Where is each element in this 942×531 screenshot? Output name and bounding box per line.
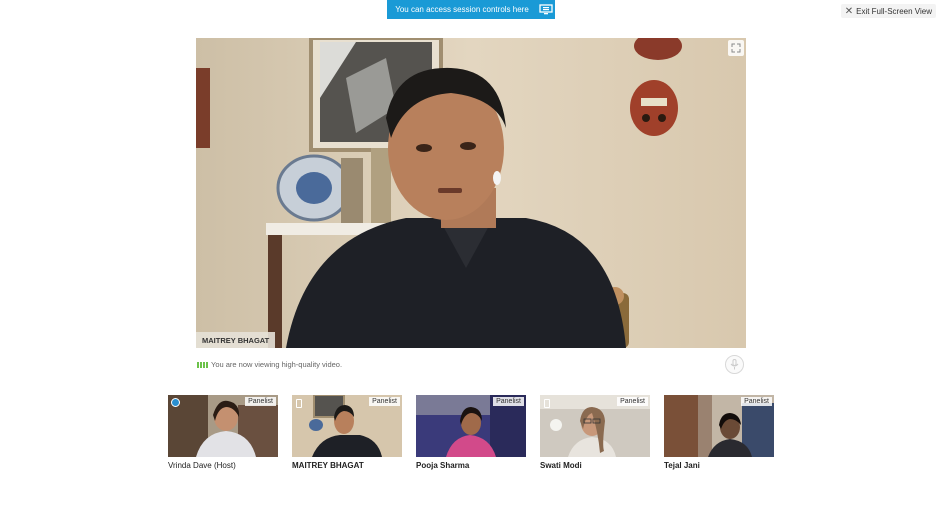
fullscreen-meeting-view: You can access session controls here ✕ E…: [0, 0, 942, 531]
panelist-badge: Panelist: [245, 397, 276, 406]
video-quality-text: You are now viewing high-quality video.: [211, 360, 343, 369]
main-video[interactable]: MAITREY BHAGAT: [196, 38, 746, 348]
panelist-badge: Panelist: [493, 397, 524, 406]
session-controls-tooltip[interactable]: You can access session controls here: [387, 0, 555, 19]
participant-thumbnail[interactable]: Panelist: [416, 395, 526, 457]
participant-strip: Panelist Vrinda Dave (Host) Panelist MAI…: [168, 395, 774, 475]
signal-bars-icon: [197, 361, 208, 368]
participant-name: MAITREY BHAGAT: [292, 461, 364, 470]
exit-fullscreen-button[interactable]: ✕ Exit Full-Screen View: [840, 4, 936, 18]
exit-fullscreen-label: Exit Full-Screen View: [856, 6, 932, 16]
panelist-badge: Panelist: [617, 397, 648, 406]
participant-thumbnail[interactable]: Panelist: [664, 395, 774, 457]
expand-icon: [731, 43, 741, 53]
participant-name: Vrinda Dave (Host): [168, 461, 236, 470]
device-icon: [296, 399, 302, 408]
participant-thumbnail[interactable]: Panelist: [540, 395, 650, 457]
participant-name: Swati Modi: [540, 461, 582, 470]
host-indicator-icon: [171, 398, 180, 407]
device-icon: [544, 399, 550, 408]
microphone-icon: [730, 359, 739, 370]
speaker-video-frame: [196, 38, 746, 348]
active-speaker-label: MAITREY BHAGAT: [196, 332, 276, 348]
participant-thumbnail[interactable]: Panelist: [292, 395, 402, 457]
expand-video-button[interactable]: [728, 40, 744, 56]
participant-name: Pooja Sharma: [416, 461, 470, 470]
video-quality-notice: You are now viewing high-quality video.: [197, 360, 342, 369]
participant-name: Tejal Jani: [664, 461, 700, 470]
panelist-badge: Panelist: [741, 397, 772, 406]
participant-thumbnail[interactable]: Panelist: [168, 395, 278, 457]
session-controls-text: You can access session controls here: [395, 5, 529, 14]
session-controls-icon[interactable]: [539, 4, 553, 15]
close-icon: ✕: [844, 5, 854, 17]
panelist-badge: Panelist: [369, 397, 400, 406]
microphone-button[interactable]: [725, 355, 744, 374]
